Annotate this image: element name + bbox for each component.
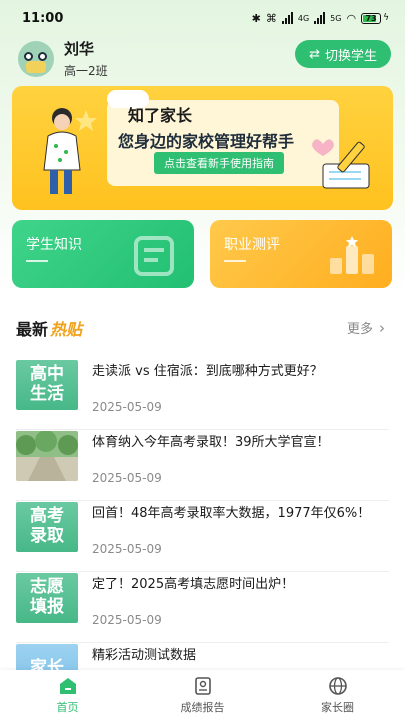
nav-report[interactable]: 成绩报告 bbox=[135, 670, 270, 720]
news-title: 体育纳入今年高考录取！39所大学官宣！ bbox=[92, 435, 330, 450]
nfc-icon: ⌘ bbox=[265, 11, 277, 25]
battery-level: 73 bbox=[365, 13, 377, 23]
guide-button[interactable]: 点击查看新手使用指南 bbox=[154, 152, 284, 174]
podium-icon bbox=[330, 236, 374, 274]
notebook-pencil-illustration bbox=[312, 139, 370, 189]
news-thumbnail: 高考 录取 bbox=[16, 502, 78, 552]
hot-posts-heading: 最新 热贴 bbox=[16, 316, 82, 340]
more-link[interactable]: 更多 › bbox=[346, 318, 385, 338]
report-icon bbox=[194, 676, 211, 695]
thumb-text: 志愿 bbox=[30, 577, 64, 598]
career-assessment-label: 职业测评 bbox=[224, 237, 280, 253]
student-name: 刘华 bbox=[64, 40, 95, 58]
news-item[interactable]: 志愿 填报 定了！2025高考填志愿时间出炉！ 2025-05-09 bbox=[16, 573, 389, 643]
nav-report-label: 成绩报告 bbox=[180, 700, 225, 714]
signal-b-icon bbox=[314, 12, 326, 24]
news-item[interactable]: 家长 精彩活动测试数据 bbox=[16, 644, 389, 670]
banner-brand: 知了家长 bbox=[128, 106, 193, 125]
nav-parent-circle-label: 家长圈 bbox=[321, 700, 354, 714]
switch-student-button[interactable]: ⇄ 切换学生 bbox=[295, 40, 391, 68]
card-dash bbox=[224, 260, 246, 262]
news-thumbnail: 志愿 填报 bbox=[16, 573, 78, 623]
nav-home-label: 首页 bbox=[56, 700, 79, 714]
news-thumbnail: 家长 bbox=[16, 644, 78, 670]
section-title-hot: 热贴 bbox=[50, 320, 83, 339]
news-title: 定了！2025高考填志愿时间出炉！ bbox=[92, 577, 295, 592]
chevron-right-icon: › bbox=[379, 318, 385, 337]
wifi-icon: ◠ bbox=[346, 11, 357, 25]
news-title: 回首！48年高考录取率大数据，1977年仅6%！ bbox=[92, 506, 371, 521]
student-knowledge-label: 学生知识 bbox=[26, 237, 82, 253]
section-title-latest: 最新 bbox=[16, 320, 49, 339]
promo-banner[interactable]: 知了家长 您身边的家校管理好帮手 点击查看新手使用指南 bbox=[12, 86, 393, 210]
network-a-label: 4G bbox=[297, 13, 310, 23]
switch-icon: ⇄ bbox=[309, 46, 320, 62]
thumb-text: 生活 bbox=[30, 384, 64, 404]
news-title: 精彩活动测试数据 bbox=[92, 648, 197, 663]
card-dash bbox=[26, 260, 48, 262]
home-icon bbox=[59, 677, 76, 694]
banner-slogan: 您身边的家校管理好帮手 bbox=[118, 132, 295, 151]
student-class: 高一2班 bbox=[64, 64, 108, 78]
status-bar: 11:00 ✱ ⌘ 4G 5G ◠ 73 ϟ bbox=[0, 0, 405, 36]
avatar[interactable] bbox=[18, 40, 54, 77]
bluetooth-icon: ✱ bbox=[251, 11, 261, 25]
nav-parent-circle[interactable]: 家长圈 bbox=[270, 670, 405, 720]
news-date: 2025-05-09 bbox=[92, 542, 162, 556]
parent-figure-illustration bbox=[43, 108, 97, 194]
news-item[interactable]: 高中 生活 走读派 vs 住宿派：到底哪种方式更好？ 2025-05-09 bbox=[16, 360, 389, 430]
thumb-text: 填报 bbox=[30, 597, 64, 617]
news-thumbnail: 高中 生活 bbox=[16, 360, 78, 410]
news-item[interactable]: 体育纳入今年高考录取！39所大学官宣！ 2025-05-09 bbox=[16, 431, 389, 501]
news-item[interactable]: 高考 录取 回首！48年高考录取率大数据，1977年仅6%！ 2025-05-0… bbox=[16, 502, 389, 572]
nav-home[interactable]: 首页 bbox=[0, 670, 135, 720]
student-knowledge-card[interactable]: 学生知识 bbox=[12, 220, 194, 288]
thumb-text: 录取 bbox=[30, 526, 64, 546]
news-title: 走读派 vs 住宿派：到底哪种方式更好？ bbox=[92, 364, 323, 379]
news-thumbnail-photo bbox=[16, 431, 78, 481]
profile[interactable]: 刘华 高一2班 bbox=[18, 38, 108, 79]
status-icons: ✱ ⌘ 4G 5G ◠ 73 ϟ bbox=[252, 12, 389, 25]
news-date: 2025-05-09 bbox=[92, 613, 162, 627]
battery-icon: 73 ϟ bbox=[361, 12, 389, 24]
thumb-text: 高中 bbox=[30, 364, 64, 385]
thumb-text: 高考 bbox=[30, 506, 64, 527]
thumb-text: 家长 bbox=[30, 658, 64, 670]
globe-icon bbox=[328, 676, 347, 695]
news-date: 2025-05-09 bbox=[92, 400, 162, 414]
knowledge-icon bbox=[134, 236, 174, 276]
bottom-navigation: 首页 成绩报告 家长圈 bbox=[0, 670, 405, 720]
switch-student-label: 切换学生 bbox=[324, 48, 377, 64]
tree-lined-road-image bbox=[16, 431, 78, 481]
network-b-label: 5G bbox=[330, 13, 342, 23]
career-assessment-card[interactable]: 职业测评 bbox=[210, 220, 392, 288]
signal-a-icon bbox=[281, 12, 293, 24]
more-label: 更多 bbox=[346, 322, 373, 337]
status-time: 11:00 bbox=[22, 10, 64, 26]
news-date: 2025-05-09 bbox=[92, 471, 162, 485]
